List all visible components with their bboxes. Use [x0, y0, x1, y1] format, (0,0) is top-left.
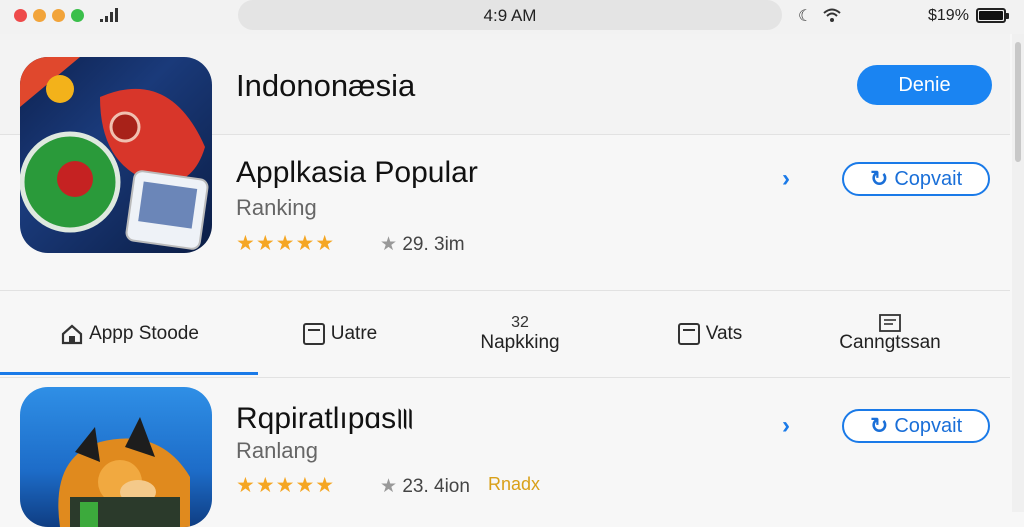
box-icon: [302, 323, 325, 345]
zoom-window-dot[interactable]: [52, 9, 65, 22]
tab-napkking[interactable]: 32 Napkking: [450, 291, 590, 377]
tab-bar: Appp Stoode Uatre 32 Napkking Vats Canng…: [0, 290, 1010, 378]
status-bar: 4:9 AM ☾ $19%: [0, 0, 1024, 34]
app-subtitle-1: Ranking: [236, 195, 317, 220]
time-pill: 4:9 AM: [238, 0, 782, 30]
refresh-icon: ↻: [869, 166, 889, 191]
scrollbar-thumb[interactable]: [1015, 42, 1021, 162]
tab-uatre[interactable]: Uatre: [270, 291, 410, 377]
star-rating-1: ★★★★★: [236, 232, 336, 255]
rank-tag-label: Rnadx: [488, 474, 541, 494]
moon-icon: ☾: [798, 8, 813, 25]
app-name-2[interactable]: Rqpiratlıpɑs꠲: [236, 402, 414, 436]
chevron-right-icon[interactable]: ›: [782, 165, 790, 193]
fullscreen-window-dot[interactable]: [71, 9, 84, 22]
star-rating-2: ★★★★★: [236, 474, 336, 497]
star-icon: ★: [380, 234, 398, 255]
status-time: 4:9 AM: [483, 6, 537, 25]
tab-label: Canngtssan: [839, 332, 941, 353]
app-name-1[interactable]: Applkasia Popular: [236, 156, 478, 190]
tab-label: Appp Stoode: [89, 323, 199, 344]
number-icon: 32: [511, 314, 529, 331]
tab-label: Vats: [705, 323, 743, 344]
tab-vats[interactable]: Vats: [640, 291, 780, 377]
tab-app-store[interactable]: Appp Stoode: [30, 291, 230, 377]
star-icon: ★: [380, 476, 398, 497]
signal-icon: [100, 8, 118, 22]
home-icon: [61, 324, 83, 345]
region-title: Indononæsia: [236, 68, 416, 103]
primary-button[interactable]: Denie: [857, 65, 992, 105]
chevron-right-icon[interactable]: ›: [782, 412, 790, 440]
battery-icon: [976, 8, 1009, 23]
tab-canngtssan[interactable]: Canngtssan: [820, 291, 960, 377]
refresh-icon: ↻: [869, 413, 889, 438]
app-artwork: [58, 417, 191, 527]
tab-label: Uatre: [330, 323, 378, 344]
app-action-button-1[interactable]: ↻ Copvait: [842, 162, 990, 196]
rating-count-text-1: 29. 3im: [402, 234, 465, 255]
app-artwork: [20, 57, 209, 250]
rating-count-2: ★ 23. 4ion: [380, 475, 470, 498]
rating-count-text-2: 23. 4ion: [402, 476, 470, 497]
rank-tag: Rnadx: [488, 474, 540, 495]
window-controls: [14, 9, 84, 22]
app-action-label-1: Copvait: [894, 167, 963, 190]
app-action-label-2: Copvait: [894, 414, 963, 437]
minimize-window-dot[interactable]: [33, 9, 46, 22]
active-tab-indicator: [0, 372, 258, 375]
rating-count-1: ★ 29. 3im: [380, 233, 465, 256]
battery-percent: $19%: [928, 7, 969, 24]
tab-label: Napkking: [480, 332, 560, 353]
box-icon: [677, 323, 700, 345]
list-icon: [879, 314, 901, 332]
app-action-button-2[interactable]: ↻ Copvait: [842, 409, 990, 443]
app-subtitle-2: Ranlang: [236, 438, 318, 463]
wifi-icon: [823, 8, 842, 22]
app-icon-1[interactable]: [20, 57, 212, 253]
status-icons: ☾: [798, 6, 842, 26]
close-window-dot[interactable]: [14, 9, 27, 22]
app-icon-2[interactable]: [20, 387, 212, 527]
